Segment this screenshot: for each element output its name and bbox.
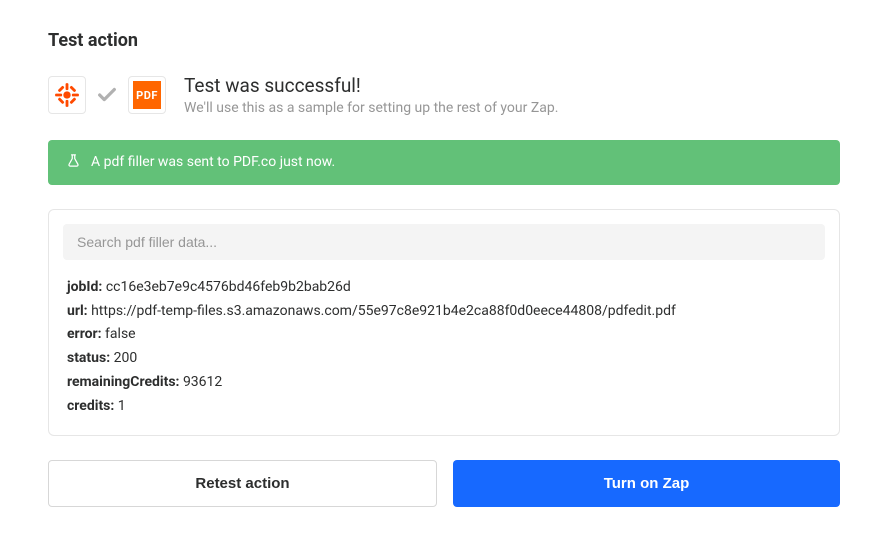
data-key: status: [67,350,110,366]
data-row: credits: 1 [67,395,821,419]
results-card: jobId: cc16e3eb7e9c4576bd46feb9b2bab26du… [48,209,840,436]
zapier-icon [48,76,86,114]
data-value: 93612 [179,374,222,390]
button-row: Retest action Turn on Zap [48,460,840,507]
data-key: remainingCredits: [67,374,179,390]
data-value: https://pdf-temp-files.s3.amazonaws.com/… [88,303,676,319]
data-key: credits: [67,398,114,414]
data-list: jobId: cc16e3eb7e9c4576bd46feb9b2bab26du… [63,260,825,421]
data-row: remainingCredits: 93612 [67,371,821,395]
retest-button[interactable]: Retest action [48,460,437,507]
search-input[interactable] [63,224,825,260]
data-row: jobId: cc16e3eb7e9c4576bd46feb9b2bab26d [67,276,821,300]
data-key: error: [67,326,102,342]
page-title: Test action [48,30,840,51]
success-banner: A pdf filler was sent to PDF.co just now… [48,140,840,185]
pdf-icon-label: PDF [133,81,161,109]
data-row: status: 200 [67,347,821,371]
data-row: error: false [67,323,821,347]
success-subtitle: We'll use this as a sample for setting u… [184,100,558,116]
data-row: url: https://pdf-temp-files.s3.amazonaws… [67,300,821,324]
banner-message: A pdf filler was sent to PDF.co just now… [91,154,335,170]
turn-on-zap-button[interactable]: Turn on Zap [453,460,840,507]
data-value: 200 [110,350,137,366]
data-key: url: [67,303,88,319]
flask-icon [66,153,81,172]
pdf-icon: PDF [128,76,166,114]
data-key: jobId: [67,279,102,295]
checkmark-icon [96,84,118,106]
data-value: false [102,326,136,342]
success-title: Test was successful! [184,75,558,98]
data-value: 1 [114,398,125,414]
test-header: PDF Test was successful! We'll use this … [48,75,840,116]
data-value: cc16e3eb7e9c4576bd46feb9b2bab26d [102,279,350,295]
